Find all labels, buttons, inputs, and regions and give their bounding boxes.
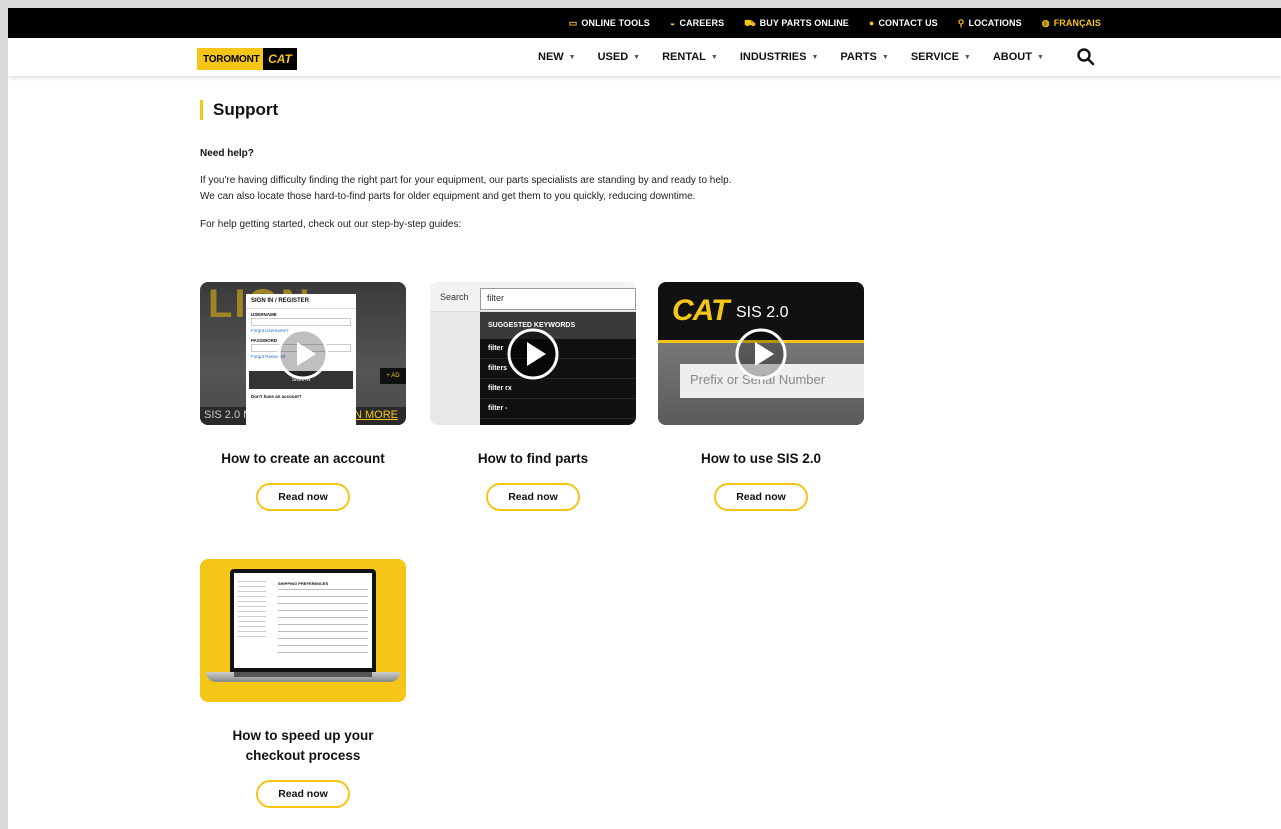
nav-item-label: USED [597, 51, 629, 63]
chevron-down-icon: ▼ [568, 53, 576, 61]
utility-link-online-tools[interactable]: ▭ ONLINE TOOLS [569, 18, 650, 28]
utility-link-careers[interactable]: ◒ CAREERS [670, 18, 724, 28]
utility-link-contact-us[interactable]: ● CONTACT US [869, 18, 938, 28]
guide-card-sis: CAT SIS 2.0 Prefix or Serial Number How … [658, 282, 864, 511]
nav-item-industries[interactable]: INDUSTRIES ▼ [740, 51, 819, 63]
utility-link-label: CAREERS [679, 18, 725, 28]
utility-link-locations[interactable]: ⚲ LOCATIONS [958, 18, 1022, 28]
laptop-screen-content: SHIPPING PREFERENCES [234, 573, 372, 668]
guide-title: How to speed up your checkout process [200, 726, 406, 766]
nav-menu: NEW ▼ USED ▼ RENTAL ▼ INDUSTRIES ▼ PARTS ▼ SERVICE… [538, 38, 1044, 76]
page-title: Support [213, 100, 279, 119]
guide-title-line-1: How to create an account [221, 451, 385, 466]
nav-item-label: PARTS [840, 51, 877, 63]
search-icon[interactable] [1076, 47, 1096, 67]
nav-item-label: NEW [538, 51, 564, 63]
guide-title: How to create an account [200, 449, 406, 469]
video-thumbnail-sis[interactable]: CAT SIS 2.0 Prefix or Serial Number [658, 282, 864, 425]
intro-line-2: We can also locate those hard-to-find pa… [200, 191, 696, 202]
utility-link-label: BUY PARTS ONLINE [759, 18, 849, 28]
utility-link-fran-ais[interactable]: ◍ FRANÇAIS [1042, 18, 1101, 28]
laptop-keyboard [234, 672, 372, 677]
play-icon[interactable] [506, 327, 560, 381]
read-now-button[interactable]: Read now [256, 483, 350, 511]
thumbnail-checkout[interactable]: SHIPPING PREFERENCES [200, 559, 406, 702]
title-accent-bar [200, 100, 203, 120]
thumb3-cat-logo: CAT [672, 294, 729, 327]
thumb3-title: SIS 2.0 [736, 304, 789, 321]
modal-no-account: Don't have an account? [251, 394, 302, 399]
laptop-screen-image: SHIPPING PREFERENCES [230, 569, 376, 672]
read-now-button[interactable]: Read now [256, 780, 350, 808]
laptop-icon: ▭ [568, 17, 578, 28]
modal-username-label: USERNAME [251, 312, 277, 317]
thumb2-suggestion: filter - [480, 399, 636, 419]
chat-icon: ● [868, 17, 875, 28]
guide-title-line-1: How to use SIS 2.0 [700, 451, 822, 466]
screen-title: SHIPPING PREFERENCES [278, 581, 329, 586]
cart-icon: ⛟ [744, 17, 756, 28]
guide-title-line-2: checkout process [245, 748, 361, 763]
toromont-cat-logo[interactable]: TOROMONT CAT [197, 48, 297, 70]
video-thumbnail-find-parts[interactable]: Search filter SUGGESTED KEYWORDS filter … [430, 282, 636, 425]
guide-title: How to find parts [430, 449, 636, 469]
chevron-down-icon: ▼ [811, 53, 819, 61]
utility-link-label: LOCATIONS [968, 18, 1022, 28]
guide-card-checkout: SHIPPING PREFERENCES How to speed up you… [200, 559, 406, 808]
modal-username-field [251, 318, 351, 326]
play-icon[interactable] [276, 327, 330, 381]
utility-links: ▭ ONLINE TOOLS ◒ CAREERS ⛟ BUY PARTS ONLINE ● C… [569, 8, 1101, 38]
intro-line-1: If you're having difficulty finding the … [200, 175, 732, 186]
logo-cat: CAT [263, 48, 297, 70]
utility-link-label: CONTACT US [878, 18, 938, 28]
helmet-icon: ◒ [669, 17, 676, 28]
nav-item-label: RENTAL [662, 51, 706, 63]
nav-item-label: SERVICE [910, 51, 959, 63]
guide-title-line-1: How to find parts [477, 451, 589, 466]
nav-item-service[interactable]: SERVICE ▼ [911, 51, 971, 63]
utility-bar: ▭ ONLINE TOOLS ◒ CAREERS ⛟ BUY PARTS ONLINE ● C… [8, 8, 1281, 38]
guide-card-create-account: LION + AD SIS 2.0 M N MORE SIGN IN / REG… [200, 282, 406, 511]
nav-item-rental[interactable]: RENTAL ▼ [662, 51, 718, 63]
nav-item-label: INDUSTRIES [739, 51, 807, 63]
pin-icon: ⚲ [957, 17, 965, 28]
utility-link-label: FRANÇAIS [1053, 18, 1101, 28]
thumb2-search-input: filter [480, 288, 636, 310]
screen-lines [278, 589, 368, 659]
chevron-down-icon: ▼ [963, 53, 971, 61]
logo-toromont: TOROMONT [197, 48, 263, 70]
nav-item-used[interactable]: USED ▼ [598, 51, 641, 63]
play-icon[interactable] [734, 327, 788, 381]
need-help-heading: Need help? [200, 148, 254, 159]
read-now-button[interactable]: Read now [714, 483, 808, 511]
utility-link-buy-parts-online[interactable]: ⛟ BUY PARTS ONLINE [744, 18, 849, 28]
globe-icon: ◍ [1041, 17, 1050, 28]
thumb1-bottom-right: N MORE [354, 409, 398, 421]
modal-title: SIGN IN / REGISTER [246, 294, 356, 309]
chevron-down-icon: ▼ [633, 53, 641, 61]
chevron-down-icon: ▼ [881, 53, 889, 61]
support-content: Support Need help? If you're having diff… [200, 100, 900, 230]
nav-item-about[interactable]: ABOUT ▼ [993, 51, 1044, 63]
nav-item-parts[interactable]: PARTS ▼ [840, 51, 888, 63]
main-nav: TOROMONT CAT NEW ▼ USED ▼ RENTAL ▼ INDUSTRIES ▼… [8, 38, 1281, 76]
screen-sidebar [238, 581, 266, 641]
intro-paragraph: If you're having difficulty finding the … [200, 173, 900, 205]
video-thumbnail-create-account[interactable]: LION + AD SIS 2.0 M N MORE SIGN IN / REG… [200, 282, 406, 425]
nav-item-label: ABOUT [992, 51, 1032, 63]
thumb1-add-button: + AD [380, 368, 406, 384]
guides-intro: For help getting started, check out our … [200, 219, 462, 230]
utility-link-label: ONLINE TOOLS [581, 18, 650, 28]
page-heading: Support [200, 100, 900, 120]
page: ▭ ONLINE TOOLS ◒ CAREERS ⛟ BUY PARTS ONLINE ● C… [8, 8, 1281, 829]
chevron-down-icon: ▼ [1036, 53, 1044, 61]
thumb2-search-label: Search [440, 292, 469, 302]
read-now-button[interactable]: Read now [486, 483, 580, 511]
guide-card-find-parts: Search filter SUGGESTED KEYWORDS filter … [430, 282, 636, 511]
chevron-down-icon: ▼ [710, 53, 718, 61]
thumb2-suggestion: filter rx [480, 379, 636, 399]
guide-title-line-1: How to speed up your [232, 728, 374, 743]
guide-title: How to use SIS 2.0 [658, 449, 864, 469]
nav-item-new[interactable]: NEW ▼ [538, 51, 576, 63]
